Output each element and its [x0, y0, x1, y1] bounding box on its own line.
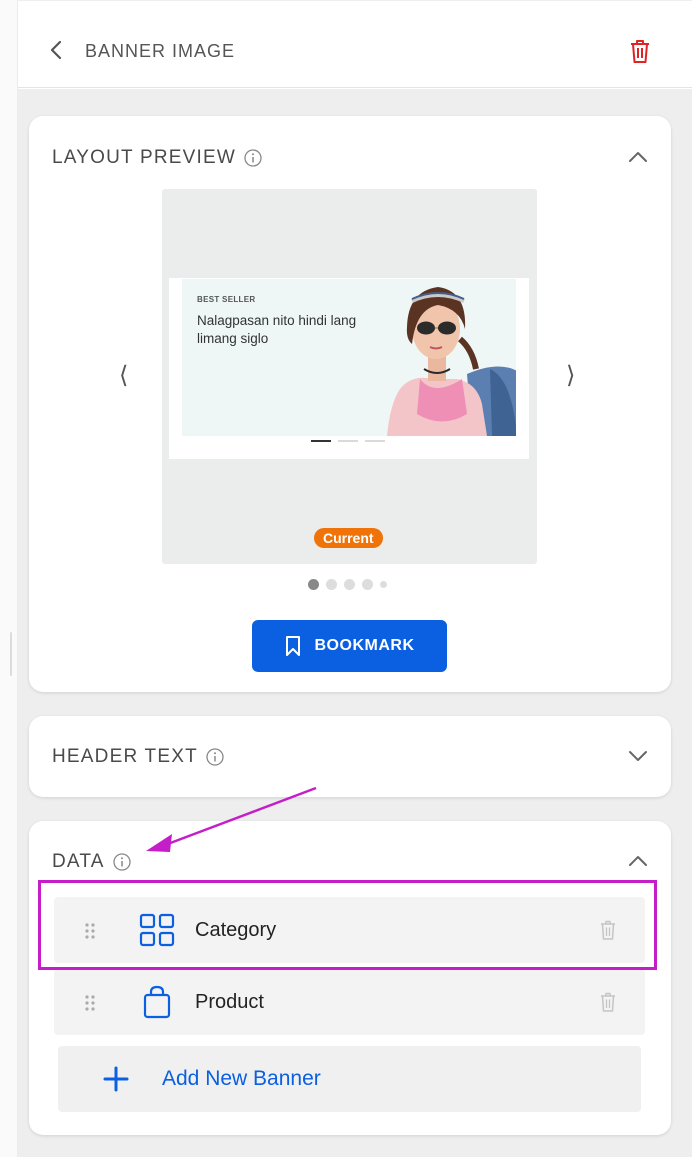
info-icon[interactable] — [244, 149, 262, 167]
data-item-label: Product — [195, 991, 264, 1013]
info-icon[interactable] — [206, 748, 224, 766]
trash-icon[interactable] — [599, 991, 617, 1013]
chevron-up-icon[interactable] — [627, 854, 649, 868]
drag-handle-icon[interactable] — [84, 994, 96, 1012]
pagination-dot[interactable] — [344, 579, 355, 590]
info-icon[interactable] — [113, 853, 131, 871]
preview-next-arrow[interactable]: ⟩ — [566, 361, 575, 390]
data-card: DATA Category Product Add New Banner — [29, 821, 671, 1135]
bookmark-icon — [285, 636, 300, 656]
banner-eyebrow: BEST SELLER — [197, 295, 256, 304]
banner-headline: Nalagpasan nito hindi lang limang siglo — [197, 313, 357, 346]
banner-screenshot: BEST SELLER Nalagpasan nito hindi lang l… — [169, 278, 529, 459]
data-title: DATA — [52, 851, 105, 872]
pagination-dot[interactable] — [380, 581, 387, 588]
shopping-bag-icon — [143, 985, 171, 1019]
banner-slider-dots — [311, 440, 385, 442]
bookmark-button[interactable]: BOOKMARK — [252, 620, 447, 672]
chevron-down-icon[interactable] — [627, 749, 649, 763]
add-new-banner-label: Add New Banner — [162, 1067, 321, 1090]
pagination-dot[interactable] — [362, 579, 373, 590]
data-item-product[interactable]: Product — [54, 969, 645, 1035]
highlight-box — [38, 880, 657, 970]
pagination-dot[interactable] — [308, 579, 319, 590]
layout-preview-image[interactable]: BEST SELLER Nalagpasan nito hindi lang l… — [162, 189, 537, 564]
banner-slide: BEST SELLER Nalagpasan nito hindi lang l… — [182, 279, 516, 436]
header-text-title: HEADER TEXT — [52, 746, 198, 767]
page-header: BANNER IMAGE — [18, 0, 692, 88]
layout-preview-title: LAYOUT PREVIEW — [52, 147, 236, 168]
current-badge: Current — [314, 528, 383, 548]
page-title: BANNER IMAGE — [85, 41, 236, 61]
model-photo — [387, 287, 516, 436]
left-edge-strip — [0, 0, 18, 1157]
header-text-heading: HEADER TEXT — [52, 746, 224, 768]
pagination-dot[interactable] — [326, 579, 337, 590]
chevron-up-icon[interactable] — [627, 150, 649, 164]
trash-icon[interactable] — [628, 38, 652, 64]
preview-prev-arrow[interactable]: ⟨ — [119, 361, 128, 390]
plus-icon — [103, 1066, 129, 1092]
add-new-banner-button[interactable]: Add New Banner — [58, 1046, 641, 1112]
layout-preview-heading: LAYOUT PREVIEW — [52, 147, 262, 169]
preview-pagination — [308, 579, 387, 590]
layout-preview-card: LAYOUT PREVIEW ⟨ ⟩ BEST SELLER Nalagpasa… — [29, 116, 671, 692]
chevron-left-icon[interactable] — [46, 37, 68, 63]
resize-handle[interactable] — [10, 632, 12, 676]
data-heading: DATA — [52, 851, 131, 873]
header-text-card[interactable]: HEADER TEXT — [29, 716, 671, 797]
bookmark-label: BOOKMARK — [314, 637, 415, 654]
